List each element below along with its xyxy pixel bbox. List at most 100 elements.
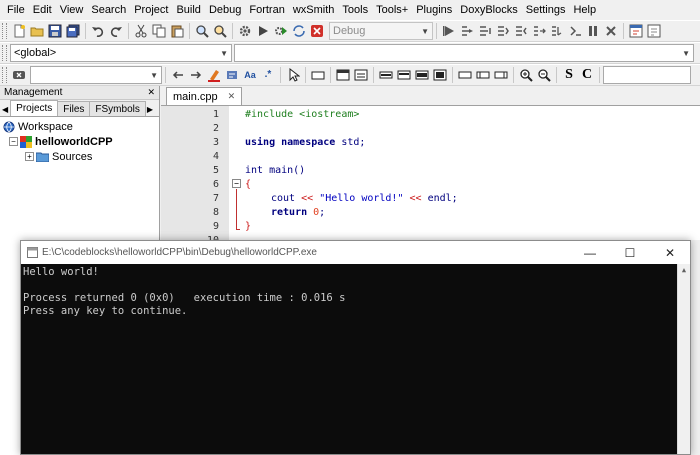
search-combo[interactable]: ▼ bbox=[30, 66, 162, 84]
shape-rect-icon[interactable] bbox=[309, 66, 327, 84]
menu-settings[interactable]: Settings bbox=[522, 0, 570, 20]
find-next-icon[interactable] bbox=[187, 66, 205, 84]
minimize-button[interactable]: — bbox=[570, 241, 610, 264]
menu-edit[interactable]: Edit bbox=[29, 0, 56, 20]
next-line-icon[interactable] bbox=[476, 22, 494, 40]
find-previous-icon[interactable] bbox=[169, 66, 187, 84]
build-gear-icon[interactable] bbox=[236, 22, 254, 40]
shape-box-2-icon[interactable] bbox=[474, 66, 492, 84]
tab-fsymbols[interactable]: FSymbols bbox=[89, 101, 146, 116]
fold-collapse-icon[interactable]: − bbox=[232, 179, 241, 188]
open-folder-icon[interactable] bbox=[28, 22, 46, 40]
pause-icon[interactable] bbox=[584, 22, 602, 40]
shape-bar-1-icon[interactable] bbox=[377, 66, 395, 84]
scope-select[interactable]: <global> ▼ bbox=[10, 44, 232, 62]
expand-icon[interactable]: + bbox=[25, 152, 34, 161]
step-out-icon[interactable] bbox=[512, 22, 530, 40]
console-titlebar[interactable]: E:\C\codeblocks\helloworldCPP\bin\Debug\… bbox=[21, 241, 690, 264]
selected-text-icon[interactable] bbox=[223, 66, 241, 84]
workspace-label: Workspace bbox=[18, 120, 73, 133]
toolbar-grip[interactable] bbox=[2, 23, 7, 39]
menu-view[interactable]: View bbox=[56, 0, 88, 20]
close-button[interactable]: ✕ bbox=[650, 241, 690, 264]
scroll-up-icon[interactable]: ▲ bbox=[678, 266, 690, 274]
new-file-icon[interactable] bbox=[10, 22, 28, 40]
debug-windows-icon[interactable] bbox=[627, 22, 645, 40]
menu-project[interactable]: Project bbox=[130, 0, 172, 20]
extra-input[interactable] bbox=[603, 66, 691, 84]
shape-window-icon[interactable] bbox=[334, 66, 352, 84]
close-icon[interactable]: ✕ bbox=[228, 91, 236, 102]
s-button[interactable]: S bbox=[560, 66, 578, 84]
debug-start-icon[interactable] bbox=[440, 22, 458, 40]
abort-icon[interactable] bbox=[308, 22, 326, 40]
function-select[interactable]: ▼ bbox=[234, 44, 694, 62]
menu-build[interactable]: Build bbox=[172, 0, 204, 20]
save-icon[interactable] bbox=[46, 22, 64, 40]
toolbar-grip[interactable] bbox=[2, 67, 7, 83]
shape-bar-4-icon[interactable] bbox=[431, 66, 449, 84]
shape-box-3-icon[interactable] bbox=[492, 66, 510, 84]
paste-icon[interactable] bbox=[168, 22, 186, 40]
break-debugger-icon[interactable] bbox=[566, 22, 584, 40]
shape-box-1-icon[interactable] bbox=[456, 66, 474, 84]
replace-icon[interactable] bbox=[211, 22, 229, 40]
menu-fortran[interactable]: Fortran bbox=[245, 0, 288, 20]
code-line: } bbox=[245, 221, 252, 232]
tree-workspace[interactable]: Workspace bbox=[3, 119, 159, 134]
close-icon[interactable]: ✕ bbox=[147, 87, 155, 98]
build-target-select[interactable]: Debug ▼ bbox=[329, 22, 433, 40]
tab-files[interactable]: Files bbox=[57, 101, 91, 116]
menu-debug[interactable]: Debug bbox=[205, 0, 245, 20]
tab-projects[interactable]: Projects bbox=[10, 100, 59, 116]
zoom-in-icon[interactable] bbox=[517, 66, 535, 84]
next-instruction-icon[interactable] bbox=[530, 22, 548, 40]
zoom-out-icon[interactable] bbox=[535, 66, 553, 84]
menu-tools[interactable]: Tools bbox=[338, 0, 372, 20]
shape-panel-icon[interactable] bbox=[352, 66, 370, 84]
step-into-icon[interactable] bbox=[494, 22, 512, 40]
chevron-left-icon[interactable]: ◀ bbox=[0, 105, 10, 116]
line-number: 8 bbox=[212, 207, 219, 218]
build-and-run-icon[interactable] bbox=[272, 22, 290, 40]
line-number: 5 bbox=[212, 165, 219, 176]
menu-doxyblocks[interactable]: DoxyBlocks bbox=[456, 0, 521, 20]
tree-project[interactable]: − helloworldCPP bbox=[3, 134, 159, 149]
menu-file[interactable]: File bbox=[3, 0, 29, 20]
run-to-cursor-icon[interactable] bbox=[458, 22, 476, 40]
shape-bar-3-icon[interactable] bbox=[413, 66, 431, 84]
code-area[interactable]: 1 2 3 4 5 6 7 8 9 10 − #include <iostrea… bbox=[161, 106, 700, 246]
cut-icon[interactable] bbox=[132, 22, 150, 40]
rebuild-icon[interactable] bbox=[290, 22, 308, 40]
highlight-icon[interactable] bbox=[205, 66, 223, 84]
console-scrollbar[interactable]: ▲ bbox=[677, 264, 690, 454]
clear-search-icon[interactable] bbox=[10, 66, 28, 84]
menu-wxsmith[interactable]: wxSmith bbox=[289, 0, 339, 20]
build-target-value: Debug bbox=[333, 25, 366, 37]
menu-tools-plus[interactable]: Tools+ bbox=[372, 0, 412, 20]
chevron-right-icon[interactable]: ▶ bbox=[145, 105, 155, 116]
copy-icon[interactable] bbox=[150, 22, 168, 40]
shape-bar-2-icon[interactable] bbox=[395, 66, 413, 84]
undo-icon[interactable] bbox=[89, 22, 107, 40]
stop-debugger-icon[interactable] bbox=[602, 22, 620, 40]
menu-help[interactable]: Help bbox=[569, 0, 600, 20]
menu-plugins[interactable]: Plugins bbox=[412, 0, 456, 20]
info-icon[interactable] bbox=[645, 22, 663, 40]
collapse-icon[interactable]: − bbox=[9, 137, 18, 146]
step-into-instruction-icon[interactable] bbox=[548, 22, 566, 40]
run-icon[interactable] bbox=[254, 22, 272, 40]
c-button[interactable]: C bbox=[578, 66, 596, 84]
maximize-button[interactable]: ☐ bbox=[610, 241, 650, 264]
pointer-icon[interactable] bbox=[284, 66, 302, 84]
tree-sources[interactable]: + Sources bbox=[3, 149, 159, 164]
menu-search[interactable]: Search bbox=[87, 0, 130, 20]
save-all-icon[interactable] bbox=[64, 22, 82, 40]
editor-tab-main-cpp[interactable]: main.cpp ✕ bbox=[166, 87, 243, 105]
redo-icon[interactable] bbox=[107, 22, 125, 40]
find-icon[interactable] bbox=[193, 22, 211, 40]
match-case-icon[interactable]: Aa bbox=[241, 66, 259, 84]
console-output[interactable]: Hello world! Process returned 0 (0x0) ex… bbox=[21, 264, 690, 454]
toolbar-grip[interactable] bbox=[2, 45, 7, 61]
regex-icon[interactable]: .* bbox=[259, 66, 277, 84]
